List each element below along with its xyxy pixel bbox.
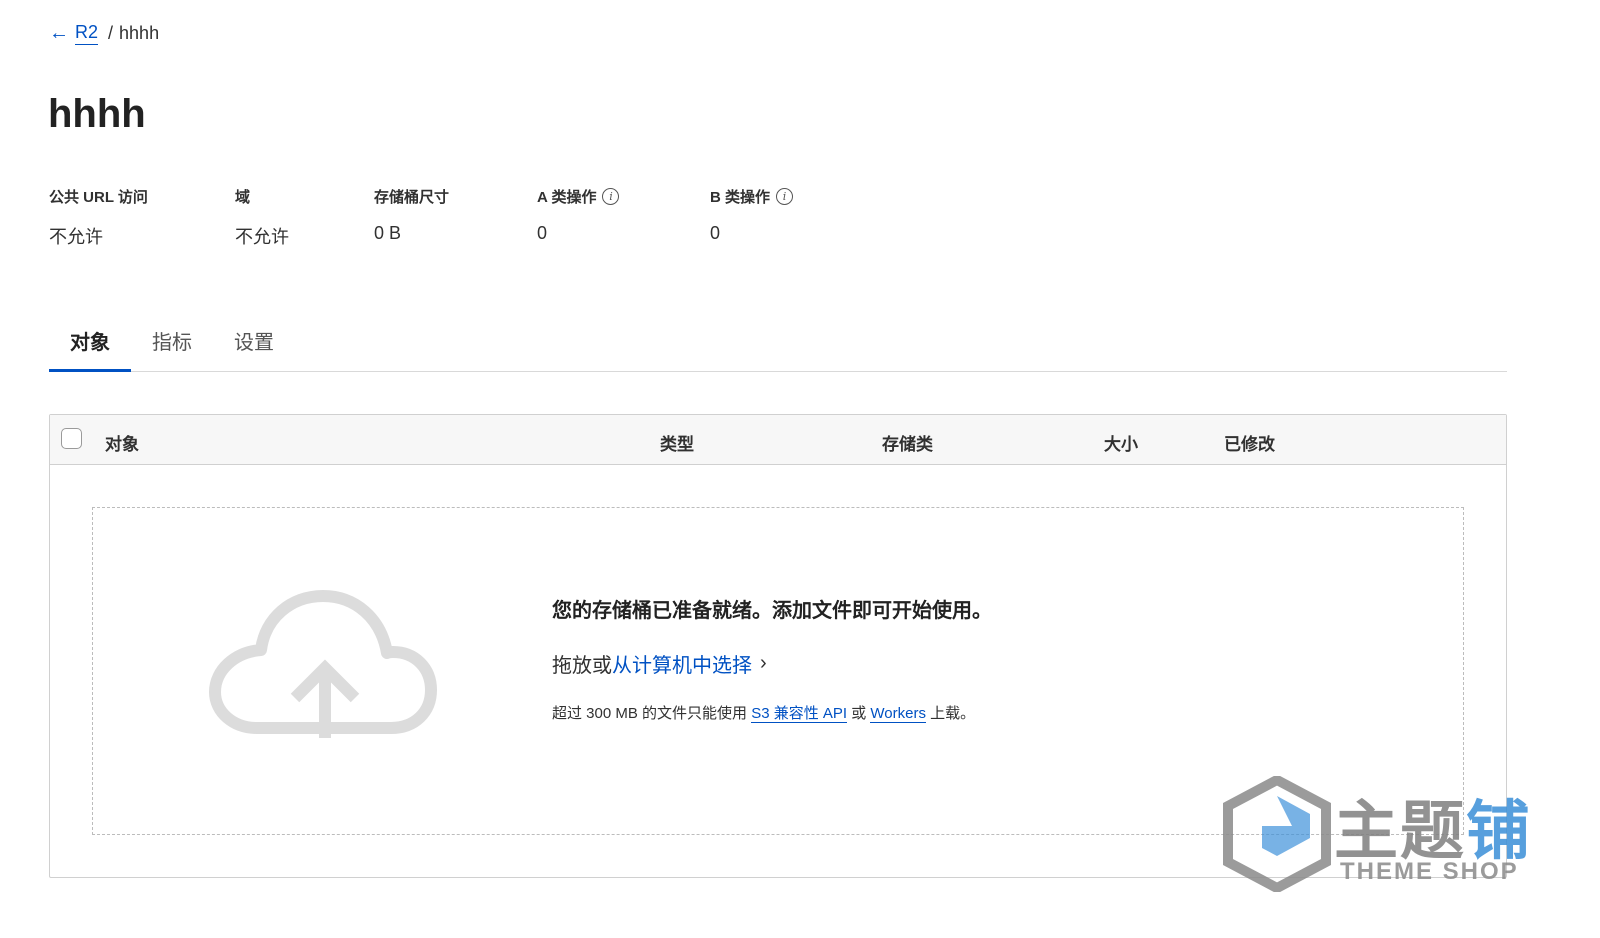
- stat-domain: 域 不允许: [235, 186, 289, 249]
- theme-shop-watermark: 主题铺 THEME SHOP: [1222, 776, 1544, 892]
- tab-bar: 对象 指标 设置: [49, 310, 1507, 372]
- stat-value: 不允许: [49, 227, 103, 247]
- stat-label: 存储桶尺寸: [374, 186, 449, 207]
- watermark-cn: 主题: [1334, 795, 1466, 867]
- tab-metrics[interactable]: 指标: [131, 310, 213, 372]
- column-header-object[interactable]: 对象: [105, 430, 139, 455]
- stat-value: 0: [537, 223, 548, 243]
- stat-label-text: B 类操作: [710, 189, 771, 206]
- note-suffix: 上载。: [925, 705, 976, 722]
- workers-link[interactable]: Workers: [870, 705, 926, 723]
- watermark-cn-accent: 铺: [1466, 795, 1532, 867]
- breadcrumb: ← R2 / hhhh: [49, 22, 159, 45]
- stat-label: 域: [235, 186, 289, 207]
- column-header-type[interactable]: 类型: [660, 430, 694, 455]
- stat-label: 公共 URL 访问: [49, 186, 148, 207]
- column-header-size[interactable]: 大小: [1104, 430, 1138, 455]
- drag-drop-text: 拖放或: [552, 655, 612, 677]
- stat-value: 不允许: [235, 227, 289, 247]
- stat-bucket-size: 存储桶尺寸 0 B: [374, 186, 449, 244]
- breadcrumb-link-r2[interactable]: R2: [75, 22, 99, 45]
- select-all-checkbox[interactable]: [61, 428, 82, 449]
- table-header: 对象 类型 存储类 大小 已修改: [50, 415, 1506, 465]
- info-icon[interactable]: i: [776, 188, 794, 205]
- stat-label-text: 存储桶尺寸: [374, 189, 450, 206]
- upload-size-note: 超过 300 MB 的文件只能使用 S3 兼容性 API 或 Workers 上…: [552, 702, 992, 723]
- stat-public-url-access: 公共 URL 访问 不允许: [49, 186, 148, 249]
- stat-label: B 类操作 i: [710, 186, 794, 207]
- stat-class-b-operations: B 类操作 i 0: [710, 186, 794, 244]
- stat-label-text: 域: [235, 189, 251, 206]
- stat-value: 0 B: [374, 223, 402, 243]
- info-icon[interactable]: i: [602, 188, 620, 205]
- cloud-upload-icon: [209, 590, 437, 738]
- note-or: 或: [847, 705, 871, 722]
- stat-value: 0: [710, 223, 721, 243]
- dropzone-title: 您的存储桶已准备就绪。添加文件即可开始使用。: [552, 600, 992, 622]
- tab-objects[interactable]: 对象: [49, 310, 131, 372]
- stat-class-a-operations: A 类操作 i 0: [537, 186, 620, 244]
- breadcrumb-current: hhhh: [119, 23, 160, 43]
- stat-label-text: A 类操作: [537, 189, 597, 206]
- dropzone-select-row: 拖放或 从计算机中选择 ›: [552, 649, 992, 678]
- column-header-modified[interactable]: 已修改: [1224, 430, 1275, 455]
- watermark-subtext: THEME SHOP: [1340, 858, 1519, 885]
- select-from-computer-link[interactable]: 从计算机中选择: [612, 649, 752, 678]
- arrow-left-icon[interactable]: ←: [49, 22, 69, 45]
- page-title: hhhh: [48, 92, 146, 136]
- note-prefix: 超过 300 MB 的文件只能使用: [552, 705, 752, 722]
- column-header-storage-class[interactable]: 存储类: [882, 430, 933, 455]
- dropzone-text: 您的存储桶已准备就绪。添加文件即可开始使用。 拖放或 从计算机中选择 › 超过 …: [552, 594, 992, 723]
- stat-label-text: 公共 URL 访问: [49, 189, 148, 206]
- s3-api-link[interactable]: S3 兼容性 API: [751, 705, 848, 723]
- stat-label: A 类操作 i: [537, 186, 620, 207]
- watermark-logo-icon: [1223, 776, 1331, 892]
- tab-settings[interactable]: 设置: [213, 310, 295, 372]
- chevron-right-icon[interactable]: ›: [760, 652, 767, 675]
- breadcrumb-separator: /: [108, 23, 114, 43]
